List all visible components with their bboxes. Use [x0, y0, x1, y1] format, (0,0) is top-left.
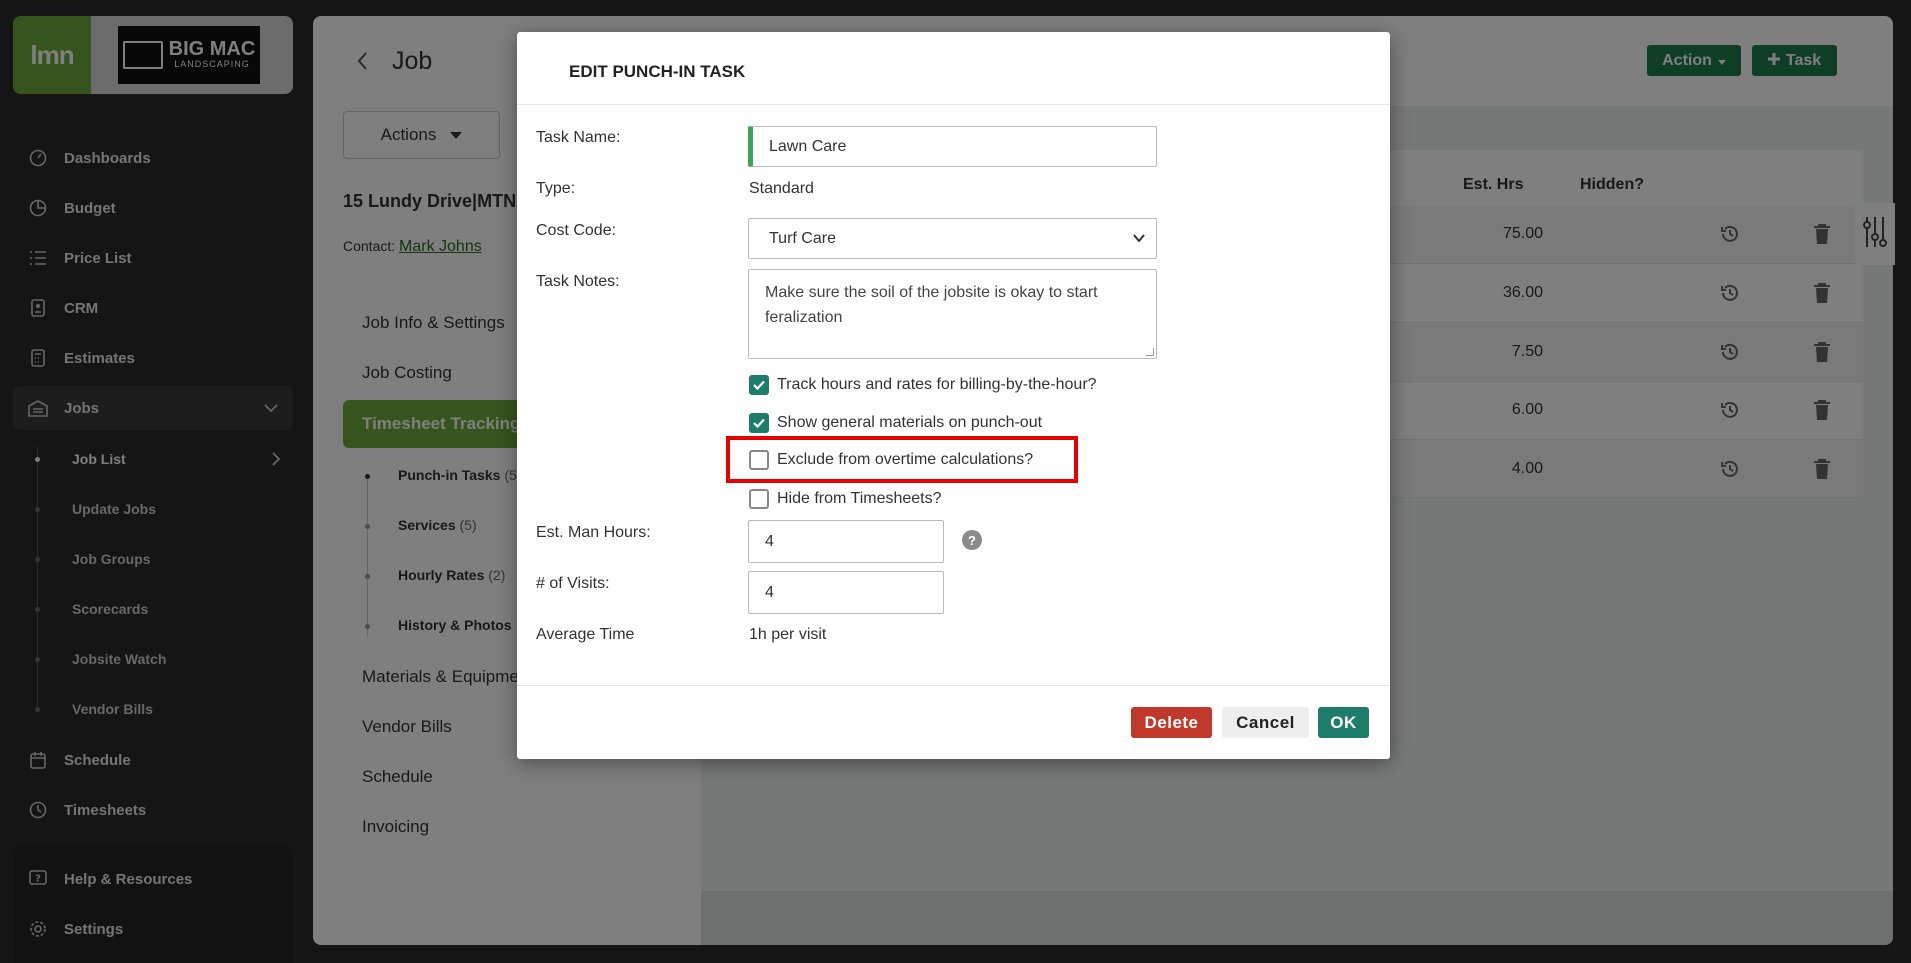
visits-label: # of Visits:: [536, 575, 610, 592]
track-hours-label: Track hours and rates for billing-by-the…: [777, 376, 1097, 393]
chevron-down-icon: [1132, 231, 1146, 250]
average-time-value: 1h per visit: [749, 626, 827, 643]
delete-button[interactable]: Delete: [1131, 707, 1212, 738]
track-hours-option[interactable]: Track hours and rates for billing-by-the…: [749, 375, 1097, 395]
resize-grip-icon[interactable]: [1146, 348, 1154, 356]
task-name-field[interactable]: Lawn Care: [748, 126, 1157, 167]
show-general-materials-label: Show general materials on punch-out: [777, 414, 1043, 431]
hide-timesheets-option[interactable]: Hide from Timesheets?: [749, 489, 942, 509]
visits-field[interactable]: 4: [748, 571, 944, 614]
hide-timesheets-label: Hide from Timesheets?: [777, 490, 942, 507]
task-name-label: Task Name:: [536, 129, 621, 146]
task-notes-text: Make sure the soil of the jobsite is oka…: [765, 284, 1098, 326]
modal-header: EDIT PUNCH-IN TASK: [517, 32, 1390, 105]
ok-button[interactable]: OK: [1318, 707, 1369, 738]
show-general-materials-option[interactable]: Show general materials on punch-out: [749, 413, 1042, 433]
highlight-box: [726, 436, 1078, 483]
cancel-button[interactable]: Cancel: [1222, 707, 1309, 738]
track-hours-checkbox[interactable]: [749, 375, 769, 395]
show-general-materials-checkbox[interactable]: [749, 413, 769, 433]
cost-code-label: Cost Code:: [536, 222, 617, 239]
est-man-hours-label: Est. Man Hours:: [536, 524, 651, 541]
average-time-label: Average Time: [536, 626, 635, 643]
type-value: Standard: [749, 180, 814, 197]
hide-timesheets-checkbox[interactable]: [749, 489, 769, 509]
task-notes-field[interactable]: Make sure the soil of the jobsite is oka…: [748, 269, 1157, 359]
help-tooltip-icon[interactable]: ?: [962, 530, 982, 550]
task-notes-label: Task Notes:: [536, 273, 620, 290]
type-label: Type:: [536, 180, 576, 197]
modal-title: EDIT PUNCH-IN TASK: [569, 62, 746, 81]
edit-task-modal: EDIT PUNCH-IN TASK Task Name: Lawn Care …: [517, 32, 1390, 759]
est-man-hours-field[interactable]: 4: [748, 520, 944, 563]
cost-code-select[interactable]: Turf Care: [748, 218, 1157, 259]
cost-code-value: Turf Care: [769, 229, 836, 247]
